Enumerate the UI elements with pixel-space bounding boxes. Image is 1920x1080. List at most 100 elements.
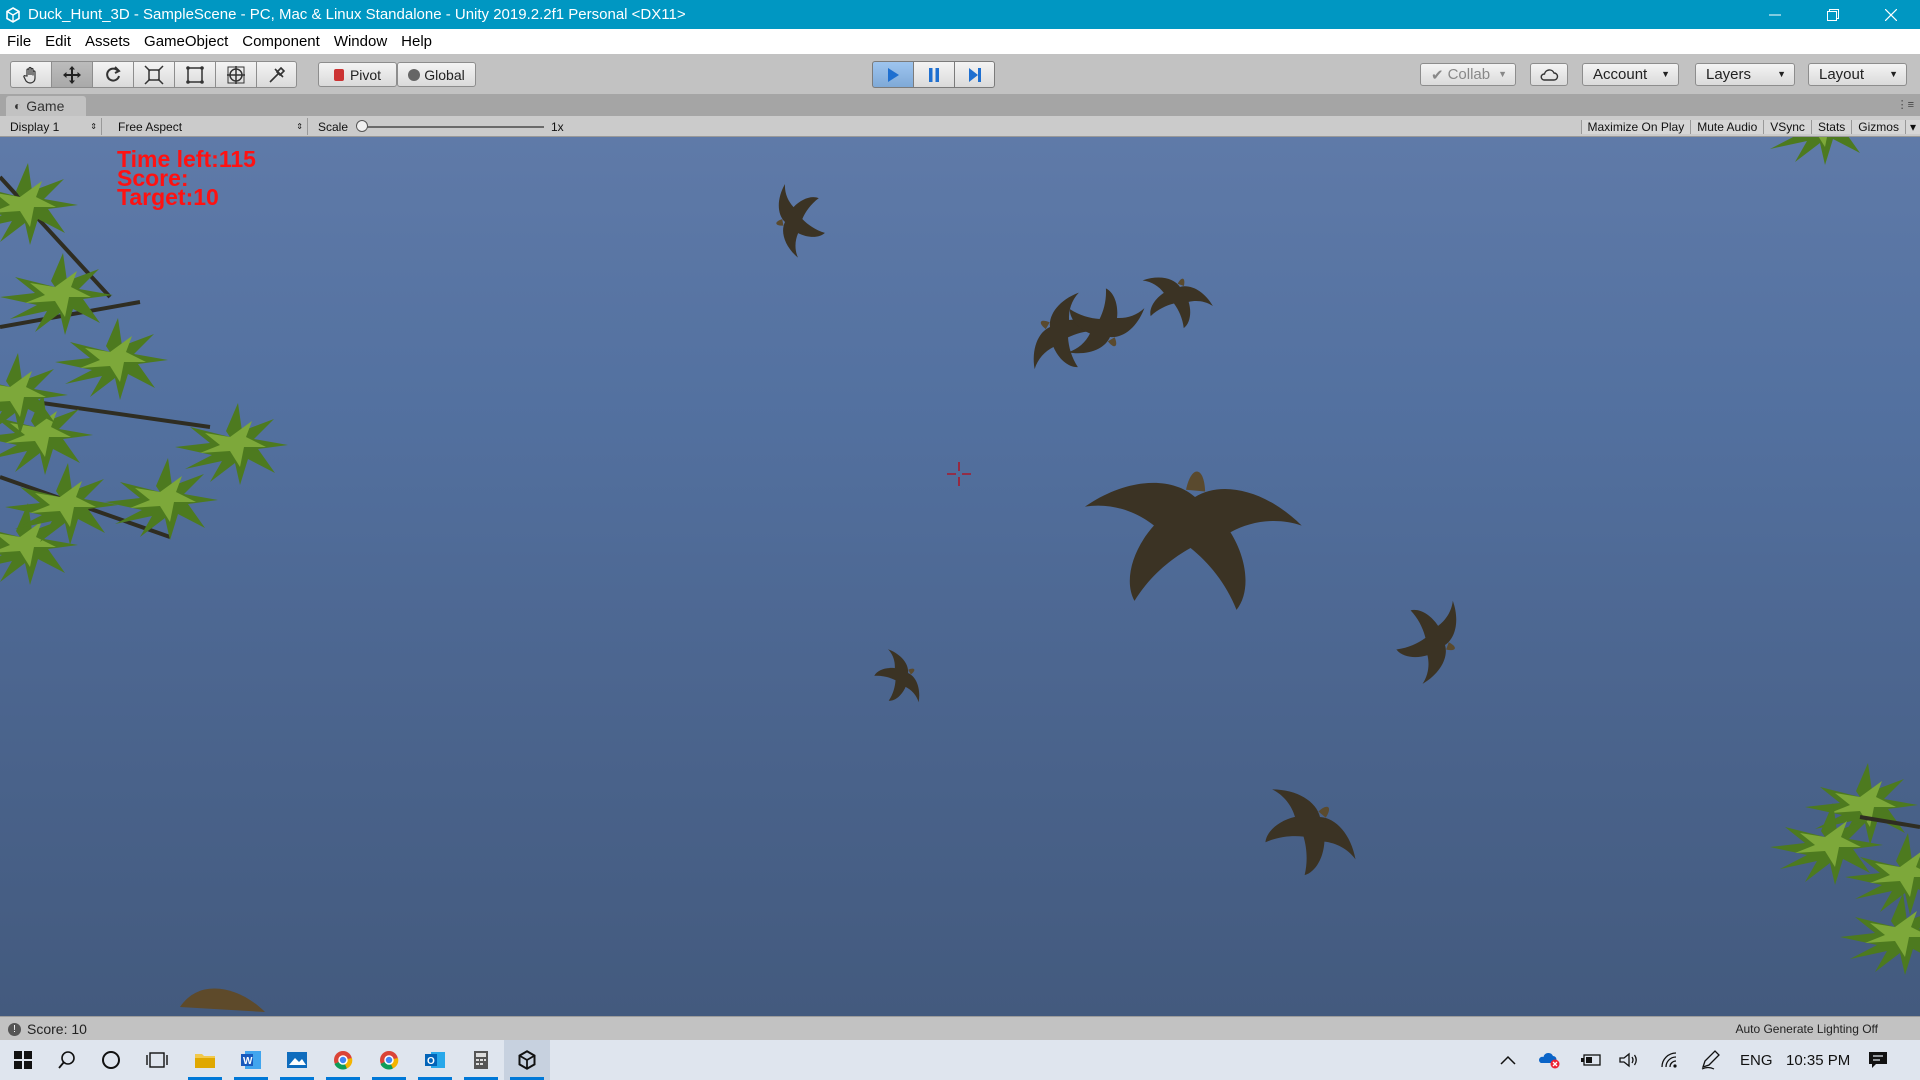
game-control-bar: Display 1 ⇕ Free Aspect ⇕ Scale 1x Maxim… [0,116,1920,137]
aspect-dropdown[interactable]: Free Aspect ⇕ [112,118,308,135]
taskbar: W O ENG 10:35 PM [0,1040,1920,1080]
console-message[interactable]: ! Score: 10 [8,1021,87,1037]
wifi-icon[interactable] [1660,1040,1682,1080]
transform-icon[interactable] [215,61,256,88]
cloud-icon [1540,68,1559,81]
duck[interactable] [1132,265,1219,335]
tab-game-label: Game [26,98,65,114]
info-icon: ! [8,1022,21,1036]
tree-right [1760,137,1920,975]
account-label: Account [1593,66,1648,83]
pause-button[interactable] [913,61,954,88]
gizmos-toggle[interactable]: Gizmos [1851,119,1905,134]
pen-icon[interactable] [1700,1040,1722,1080]
layout-dropdown[interactable]: Layout ▼ [1808,63,1907,86]
global-label: Global [424,66,465,83]
global-toggle[interactable]: Global [397,62,476,87]
chevron-down-icon: ▼ [1661,69,1670,79]
clock[interactable]: 10:35 PM [1786,1040,1850,1080]
pivot-label: Pivot [349,66,382,83]
onedrive-error-icon[interactable] [1538,1040,1560,1080]
hand-icon[interactable] [10,61,51,88]
chrome-icon-2[interactable] [366,1040,412,1080]
play-button[interactable] [872,61,913,88]
collab-label: Collab [1447,66,1491,83]
unity-taskbar-icon[interactable] [504,1040,550,1080]
window-title: Duck_Hunt_3D - SampleScene - PC, Mac & L… [28,6,686,23]
menu-window[interactable]: Window [327,33,394,50]
custom-tool-icon[interactable] [256,61,297,88]
word-icon[interactable]: W [228,1040,274,1080]
chrome-icon[interactable] [320,1040,366,1080]
photos-icon[interactable] [274,1040,320,1080]
menu-component[interactable]: Component [235,33,327,50]
display-dropdown[interactable]: Display 1 ⇕ [4,118,102,135]
tab-bar: ◐ Game ⋮≡ [0,94,1920,116]
status-bar: ! Score: 10 Auto Generate Lighting Off [0,1016,1920,1040]
chevron-updown-icon: ⇕ [296,122,303,131]
show-hidden-icons-icon[interactable] [1500,1040,1516,1080]
playback-controls [872,61,995,88]
menu-gameobject[interactable]: GameObject [137,33,235,50]
windows-start-icon[interactable] [0,1040,46,1080]
toolbar: Pivot Global ✔ Collab ▼ Account ▼ Layers… [0,54,1920,94]
duck[interactable] [769,178,829,261]
layout-label: Layout [1819,66,1865,83]
mute-audio-toggle[interactable]: Mute Audio [1690,119,1764,134]
svg-text:W: W [243,1056,253,1067]
calculator-icon[interactable] [458,1040,504,1080]
unity-logo-icon [0,0,26,29]
tab-menu-icon[interactable]: ⋮≡ [1897,98,1914,111]
menu-bar: File Edit Assets GameObject Component Wi… [0,29,1920,54]
duck[interactable] [1243,772,1370,894]
vsync-toggle[interactable]: VSync [1763,119,1811,134]
target-text: Target:10 [117,184,219,210]
close-icon[interactable] [1862,0,1920,29]
search-icon[interactable] [44,1040,90,1080]
tab-game[interactable]: ◐ Game [6,96,86,116]
menu-file[interactable]: File [0,33,38,50]
volume-icon[interactable] [1618,1040,1640,1080]
chevron-down-icon: ▼ [1498,69,1507,79]
language-indicator[interactable]: ENG [1740,1040,1773,1080]
duck[interactable] [866,642,930,715]
svg-text:O: O [427,1056,435,1067]
rotate-icon[interactable] [92,61,133,88]
menu-assets[interactable]: Assets [78,33,137,50]
account-dropdown[interactable]: Account ▼ [1582,63,1679,86]
task-view-icon[interactable] [134,1040,180,1080]
minimize-icon[interactable] [1746,0,1804,29]
stats-toggle[interactable]: Stats [1810,119,1852,134]
menu-help[interactable]: Help [394,33,439,50]
transform-tools [10,61,297,88]
move-icon[interactable] [51,61,92,88]
scale-slider-handle[interactable] [356,120,368,132]
duck[interactable] [1077,462,1306,615]
file-explorer-icon[interactable] [182,1040,228,1080]
chevron-updown-icon: ⇕ [90,122,97,131]
aspect-label: Free Aspect [118,119,183,134]
game-viewport[interactable]: Time left:115 Score: Target:10 [0,137,1920,1016]
collab-dropdown[interactable]: ✔ Collab ▼ [1420,63,1516,86]
lighting-status: Auto Generate Lighting Off [1735,1022,1878,1036]
hud: Time left:115 Score: Target:10 [117,148,256,210]
restore-icon[interactable] [1804,0,1862,29]
scale-slider-track[interactable] [362,126,544,128]
outlook-icon[interactable]: O [412,1040,458,1080]
step-button[interactable] [954,61,995,88]
duck[interactable] [1388,588,1470,691]
pivot-toggle[interactable]: Pivot [318,62,397,87]
chevron-down-icon: ▼ [1889,69,1898,79]
rect-icon[interactable] [174,61,215,88]
layers-dropdown[interactable]: Layers ▼ [1695,63,1795,86]
cortana-icon[interactable] [88,1040,134,1080]
maximize-on-play-toggle[interactable]: Maximize On Play [1580,119,1691,134]
gizmos-dropdown-icon[interactable]: ▾ [1904,119,1920,134]
scale-icon[interactable] [133,61,174,88]
battery-icon[interactable] [1580,1040,1602,1080]
scale-label: Scale [318,119,349,134]
menu-edit[interactable]: Edit [38,33,78,50]
gamepad-icon: ◐ [14,99,22,113]
cloud-button[interactable] [1530,63,1568,86]
notifications-icon[interactable] [1868,1040,1888,1080]
